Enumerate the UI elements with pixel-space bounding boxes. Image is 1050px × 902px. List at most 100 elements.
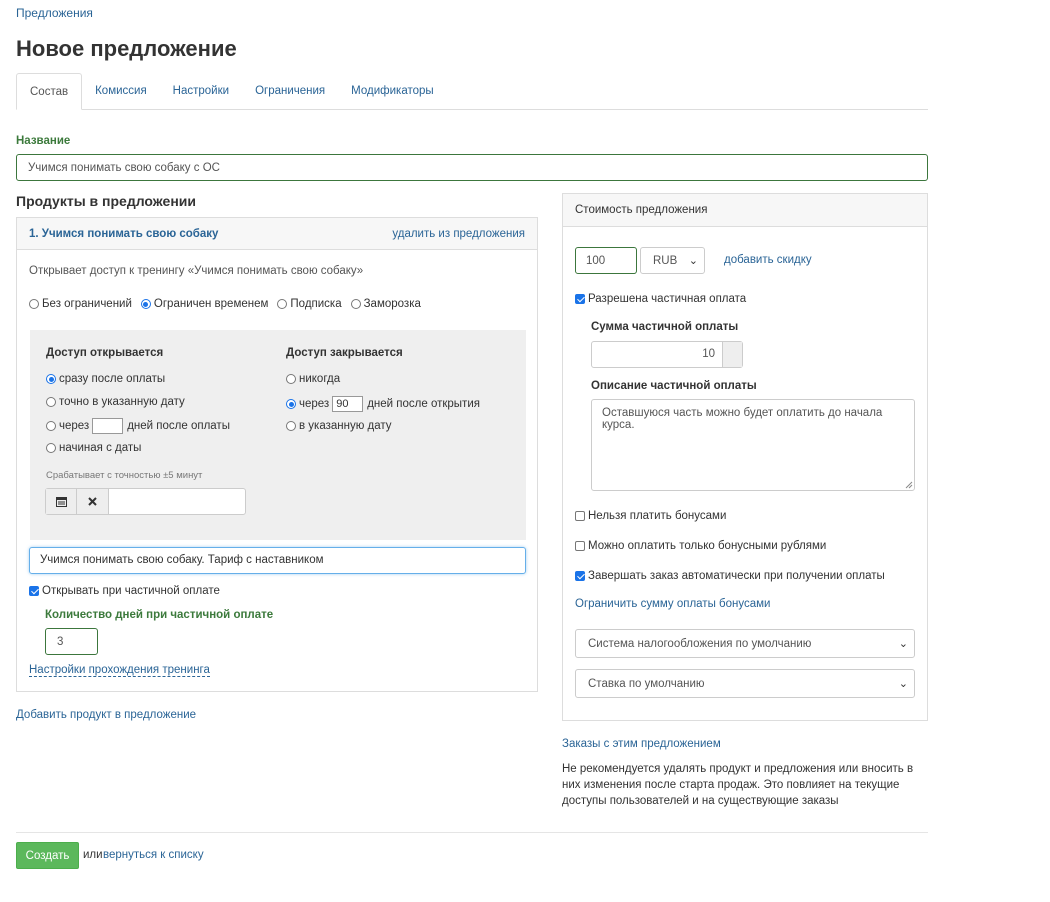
radio-opens-after-days[interactable] [46,421,56,431]
partial-days-label: Количество дней при частичной оплате [45,609,274,621]
radio-subscription[interactable] [277,299,288,309]
orders-link[interactable]: Заказы с этим предложением [562,738,721,750]
radio-closes-never[interactable] [286,374,296,384]
radio-closes-on-date[interactable] [286,421,296,431]
access-opens-heading: Доступ открывается [46,347,164,359]
product-panel: 1. Учимся понимать свою собаку удалить и… [16,217,538,692]
checkbox-open-on-partial[interactable] [29,586,39,596]
closes-never-label: никогда [299,373,341,385]
opens-after-days-suffix: дней после оплаты [127,420,230,432]
no-bonus-label: Нельзя платить бонусами [588,510,727,522]
opens-after-days[interactable]: через дней после оплаты [46,418,230,434]
add-product-link[interactable]: Добавить продукт в предложение [16,709,196,721]
radio-unlimited[interactable] [29,299,39,309]
partial-allowed-checkbox[interactable]: Разрешена частичная оплата [575,293,746,305]
partial-days-value: 3 [57,635,64,648]
radio-opens-from-date[interactable] [46,443,56,453]
price-input[interactable]: 100 [575,247,637,274]
checkbox-only-bonus[interactable] [575,541,585,551]
radio-freeze[interactable] [350,299,361,309]
closes-after-days-prefix: через [299,398,330,410]
access-type-unlimited-label: Без ограничений [42,298,132,310]
opens-after-payment[interactable]: сразу после оплаты [46,373,165,385]
access-type-time-limited[interactable]: Ограничен временем [140,298,269,310]
radio-opens-after-payment[interactable] [46,374,56,384]
closes-on-date-label: в указанную дату [299,420,392,432]
chevron-down-icon: ⌄ [898,678,908,690]
precision-note: Срабатывает с точностью ±5 минут [46,470,203,481]
access-type-freeze[interactable]: Заморозка [350,298,421,310]
tab-settings[interactable]: Настройки [160,73,242,110]
back-to-list-link[interactable]: вернуться к списку [103,849,204,861]
or-text: или [83,849,103,861]
opens-after-payment-label: сразу после оплаты [59,373,166,385]
partial-sum-group: 10 [591,341,743,368]
partial-sum-label: Сумма частичной оплаты [591,321,739,333]
checkbox-auto-complete[interactable] [575,571,585,581]
radio-time-limited[interactable] [140,299,151,309]
partial-desc-value: Оставшуюся часть можно будет оплатить до… [602,407,883,431]
closes-never[interactable]: никогда [286,373,340,385]
opens-after-days-prefix: через [59,420,90,432]
radio-closes-after-days[interactable] [286,399,296,409]
auto-complete-checkbox[interactable]: Завершать заказ автоматически при получе… [575,570,885,582]
tab-bar: Состав Комиссия Настройки Ограничения Мо… [16,73,928,110]
closes-days-input[interactable]: 90 [332,396,364,412]
no-bonus-checkbox[interactable]: Нельзя платить бонусами [575,510,726,522]
warning-text: Не рекомендуется удалять продукт и предл… [562,763,914,807]
tab-composition[interactable]: Состав [16,73,83,110]
price-panel-title: Стоимость предложения [575,204,708,216]
access-type-subscription[interactable]: Подписка [277,298,342,310]
products-title: Продукты в предложении [16,193,196,209]
open-on-partial-checkbox[interactable]: Открывать при частичной оплате [29,585,220,597]
tax-system-value: Система налогообложения по умолчанию [588,637,812,650]
page-title: Новое предложение [16,36,237,61]
open-on-partial-label: Открывать при частичной оплате [42,585,220,597]
access-type-time-limited-label: Ограничен временем [153,298,269,310]
remove-product-link[interactable]: удалить из предложения [392,228,525,240]
rate-select[interactable]: Ставка по умолчанию ⌄ [575,669,915,698]
limit-bonus-link[interactable]: Ограничить сумму оплаты бонусами [575,598,770,610]
partial-sum-addon [722,342,742,367]
opens-days-input[interactable] [92,418,124,434]
product-description: Открывает доступ к тренингу «Учимся пони… [29,265,364,277]
closes-after-days[interactable]: через 90 дней после открытия [286,396,480,412]
calendar-icon[interactable] [46,489,77,514]
opens-on-date-label: точно в указанную дату [59,396,185,408]
only-bonus-checkbox[interactable]: Можно оплатить только бонусными рублями [575,540,826,552]
tab-commission[interactable]: Комиссия [82,73,160,110]
price-panel: Стоимость предложения 100 RUB ⌄ добавить… [562,193,928,721]
close-icon[interactable] [77,489,109,514]
access-closes-heading: Доступ закрывается [286,347,403,359]
partial-desc-textarea[interactable]: Оставшуюся часть можно будет оплатить до… [591,399,915,491]
name-input-value: Учимся понимать свою собаку с ОС [28,161,220,174]
radio-opens-on-date[interactable] [46,397,56,407]
access-type-unlimited[interactable]: Без ограничений [29,298,132,310]
chevron-down-icon: ⌄ [898,638,908,650]
date-picker-group [45,488,246,515]
closes-on-date[interactable]: в указанную дату [286,420,392,432]
tax-system-select[interactable]: Система налогообложения по умолчанию ⌄ [575,629,915,658]
product-title-link[interactable]: 1. Учимся понимать свою собаку [29,228,218,240]
checkbox-partial-allowed[interactable] [575,294,585,304]
tab-modifiers[interactable]: Модификаторы [338,73,447,110]
breadcrumb-link[interactable]: Предложения [16,6,93,20]
name-input[interactable]: Учимся понимать свою собаку с ОС [16,154,928,181]
partial-sum-input[interactable]: 10 [592,342,722,367]
tab-restrictions[interactable]: Ограничения [242,73,338,110]
rate-value: Ставка по умолчанию [588,677,705,690]
checkbox-no-bonus[interactable] [575,511,585,521]
currency-value: RUB [653,254,678,267]
create-button[interactable]: Создать [16,842,79,869]
partial-days-input[interactable]: 3 [45,628,98,655]
tariff-input[interactable]: Учимся понимать свою собаку. Тариф с нас… [29,547,526,574]
add-discount-link[interactable]: добавить скидку [724,254,812,266]
opens-on-date[interactable]: точно в указанную дату [46,396,185,408]
training-settings-link[interactable]: Настройки прохождения тренинга [29,664,210,677]
access-type-group: Без ограничений Ограничен временем Подпи… [29,298,421,310]
resize-handle-icon[interactable] [905,481,913,489]
only-bonus-label: Можно оплатить только бонусными рублями [588,540,827,552]
date-input[interactable] [109,489,245,514]
currency-select[interactable]: RUB ⌄ [640,247,705,274]
opens-from-date[interactable]: начиная с даты [46,442,141,454]
